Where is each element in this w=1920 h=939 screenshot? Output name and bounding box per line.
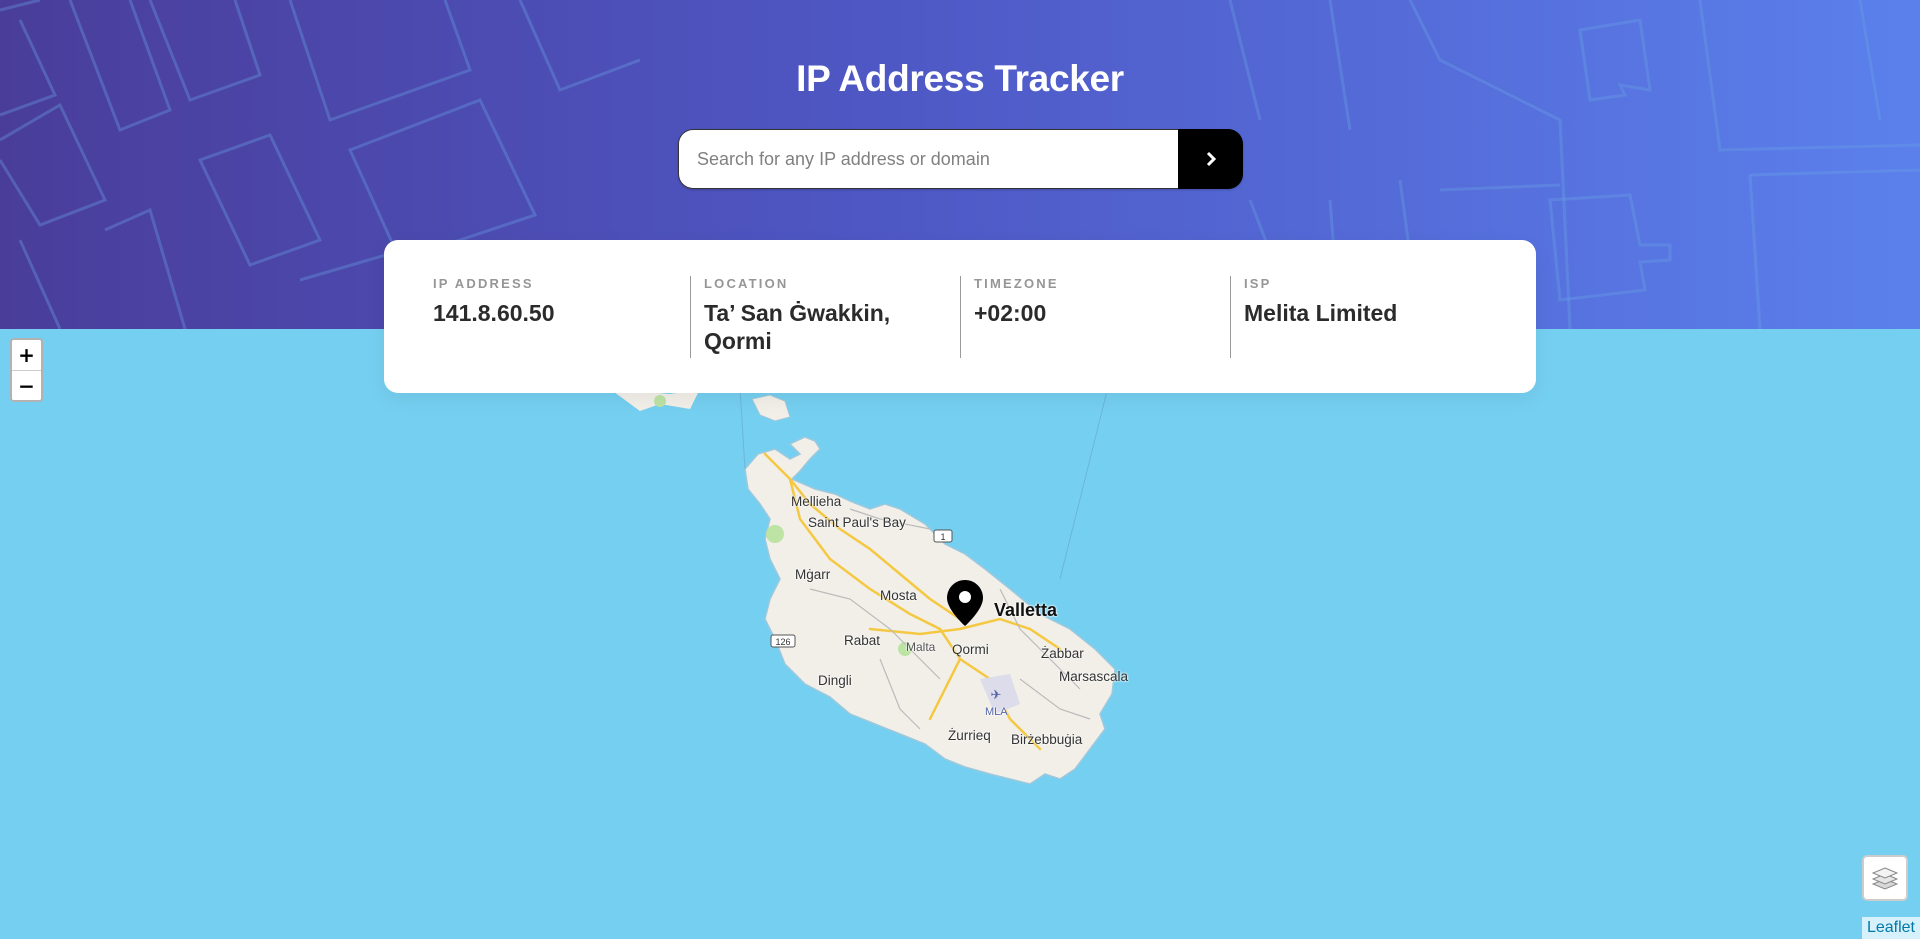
timezone-value: +02:00 bbox=[974, 300, 1047, 326]
map-label-mellieha: Mellieha bbox=[791, 494, 842, 509]
map-label-valletta: Valletta bbox=[994, 600, 1058, 620]
map-label-birzebbugia: Birżebbuġia bbox=[1011, 732, 1083, 747]
map-label-rabat: Rabat bbox=[844, 633, 881, 648]
zoom-control: + − bbox=[10, 338, 43, 402]
timezone-label: Timezone bbox=[974, 276, 1059, 291]
page-title: IP Address Tracker bbox=[796, 58, 1124, 99]
search-input[interactable] bbox=[678, 129, 1178, 189]
attribution-link[interactable]: Leaflet bbox=[1867, 919, 1915, 936]
map-label-saint-pauls-bay: Saint Paul's Bay bbox=[808, 515, 906, 530]
search-form bbox=[678, 129, 1243, 189]
map-label-mosta: Mosta bbox=[880, 588, 917, 603]
map-label-marsascala: Marsascala bbox=[1059, 669, 1129, 684]
airport-icon: ✈ bbox=[991, 687, 1002, 702]
isp-label: ISP bbox=[1244, 276, 1272, 291]
map-label-mgarr: Mġarr bbox=[795, 567, 831, 582]
search-button[interactable] bbox=[1178, 129, 1243, 189]
map-label-qormi: Qormi bbox=[952, 642, 989, 657]
layers-icon bbox=[1871, 867, 1899, 890]
ip-address-label: IP Address bbox=[433, 276, 534, 291]
map-label-mla: MLA bbox=[985, 706, 1008, 718]
location-section: Location Ta’ San Ġwakkin, Qormi bbox=[690, 276, 960, 358]
zoom-in-button[interactable]: + bbox=[12, 340, 41, 370]
layers-button[interactable] bbox=[1862, 855, 1908, 901]
map-label-zabbar: Żabbar bbox=[1041, 646, 1084, 661]
map-label-malta: Malta bbox=[906, 640, 936, 654]
info-card: IP Address 141.8.60.50 Location Ta’ San … bbox=[384, 240, 1536, 393]
location-label: Location bbox=[704, 276, 789, 291]
ip-address-section: IP Address 141.8.60.50 bbox=[433, 276, 690, 393]
zoom-out-button[interactable]: − bbox=[12, 370, 41, 400]
road-shield-1: 1 bbox=[940, 532, 945, 542]
road-shield-126: 126 bbox=[775, 637, 790, 647]
map[interactable]: 1 126 ✈ Mellieha Saint Paul's Bay Mġarr … bbox=[0, 329, 1920, 939]
location-value: Ta’ San Ġwakkin, Qormi bbox=[704, 300, 891, 354]
map-attribution[interactable]: Leaflet bbox=[1861, 917, 1920, 939]
chevron-right-icon bbox=[1206, 151, 1216, 167]
map-label-zurrieq: Żurrieq bbox=[948, 728, 991, 743]
ip-address-value: 141.8.60.50 bbox=[433, 300, 555, 326]
location-pin-icon[interactable] bbox=[947, 580, 983, 631]
map-label-dingli: Dingli bbox=[818, 673, 852, 688]
map-tiles: 1 126 ✈ bbox=[610, 338, 1121, 785]
timezone-section: Timezone +02:00 bbox=[960, 276, 1230, 358]
isp-value: Melita Limited bbox=[1244, 300, 1398, 326]
isp-section: ISP Melita Limited bbox=[1230, 276, 1500, 358]
